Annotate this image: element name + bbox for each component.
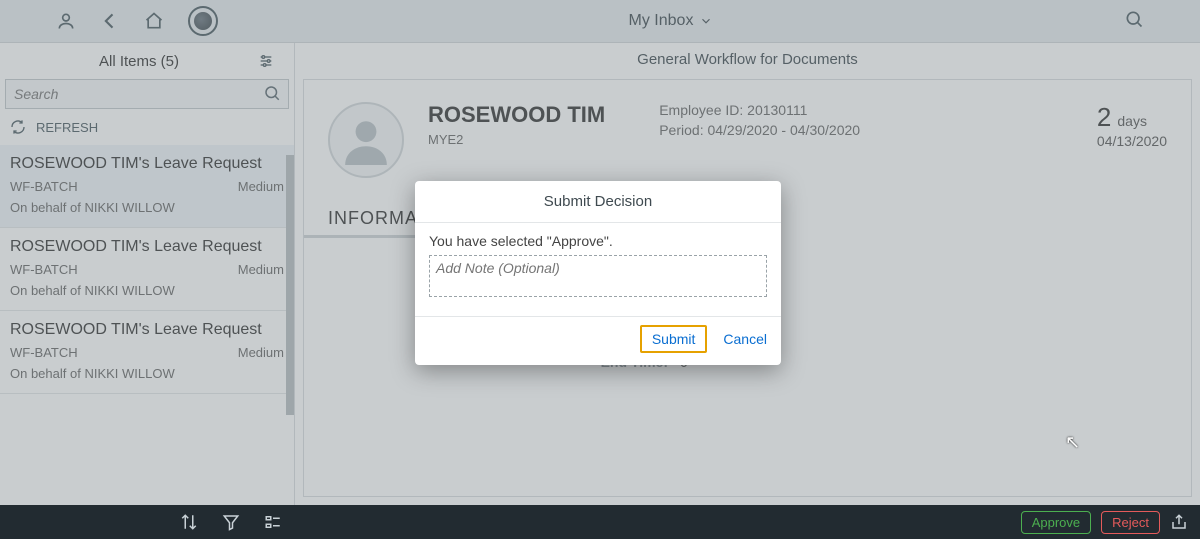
- scrollbar-thumb[interactable]: [286, 155, 294, 415]
- shell-header: My Inbox: [0, 0, 1200, 43]
- submit-decision-dialog: Submit Decision You have selected "Appro…: [415, 181, 781, 365]
- logo-seal: [188, 6, 218, 36]
- list-item-priority: Medium: [238, 179, 284, 194]
- back-icon[interactable]: [100, 11, 120, 31]
- shell-title[interactable]: My Inbox: [218, 12, 1124, 30]
- list-item[interactable]: ROSEWOOD TIM's Leave Request WF-BATCH Med…: [0, 145, 294, 228]
- list-item-onbehalf: On behalf of NIKKI WILLOW: [10, 200, 284, 215]
- due-number: 2: [1097, 102, 1111, 133]
- filter-icon[interactable]: [222, 513, 240, 531]
- search-icon[interactable]: [1124, 9, 1144, 29]
- detail-header: General Workflow for Documents: [295, 43, 1200, 79]
- reject-button[interactable]: Reject: [1101, 511, 1160, 534]
- list-item-title: ROSEWOOD TIM's Leave Request: [10, 155, 284, 173]
- employee-name: ROSEWOOD TIM: [428, 102, 605, 128]
- footer-bar: Approve Reject: [0, 505, 1200, 539]
- list-item-onbehalf: On behalf of NIKKI WILLOW: [10, 283, 284, 298]
- search-icon[interactable]: [263, 84, 281, 102]
- dialog-submit-button[interactable]: Submit: [640, 325, 708, 353]
- refresh-button[interactable]: REFRESH: [0, 109, 294, 145]
- list-item-title: ROSEWOOD TIM's Leave Request: [10, 238, 284, 256]
- list-item-priority: Medium: [238, 262, 284, 277]
- group-icon[interactable]: [264, 513, 282, 531]
- list-item-source: WF-BATCH: [10, 179, 78, 194]
- list-item-source: WF-BATCH: [10, 345, 78, 360]
- master-search-input[interactable]: [5, 79, 289, 109]
- master-list-title: All Items (5): [20, 53, 258, 70]
- dialog-title: Submit Decision: [415, 181, 781, 223]
- list-item-onbehalf: On behalf of NIKKI WILLOW: [10, 366, 284, 381]
- list-item-title: ROSEWOOD TIM's Leave Request: [10, 321, 284, 339]
- refresh-label: REFRESH: [36, 120, 98, 135]
- home-icon[interactable]: [144, 11, 164, 31]
- list-item-priority: Medium: [238, 345, 284, 360]
- due-unit: days: [1117, 113, 1147, 129]
- user-icon[interactable]: [56, 11, 76, 31]
- empid-value: 20130111: [747, 102, 807, 118]
- empid-label: Employee ID:: [659, 102, 743, 118]
- due-date: 04/13/2020: [1097, 133, 1167, 149]
- list-item-source: WF-BATCH: [10, 262, 78, 277]
- list-item[interactable]: ROSEWOOD TIM's Leave Request WF-BATCH Med…: [0, 228, 294, 311]
- approve-button[interactable]: Approve: [1021, 511, 1091, 534]
- dialog-cancel-button[interactable]: Cancel: [723, 331, 767, 347]
- employee-sub: MYE2: [428, 132, 605, 147]
- list-settings-icon[interactable]: [258, 53, 274, 69]
- period-label: Period:: [659, 122, 703, 138]
- list-item[interactable]: ROSEWOOD TIM's Leave Request WF-BATCH Med…: [0, 311, 294, 394]
- dialog-message: You have selected "Approve".: [429, 233, 767, 249]
- avatar: [328, 102, 404, 178]
- share-icon[interactable]: [1170, 513, 1188, 531]
- dialog-note-input[interactable]: [429, 255, 767, 297]
- sort-icon[interactable]: [180, 513, 198, 531]
- master-list-pane: All Items (5) REFRESH ROSEWOOD TIM's Lea…: [0, 43, 295, 505]
- period-value: 04/29/2020 - 04/30/2020: [707, 122, 860, 138]
- shell-title-text: My Inbox: [629, 12, 694, 30]
